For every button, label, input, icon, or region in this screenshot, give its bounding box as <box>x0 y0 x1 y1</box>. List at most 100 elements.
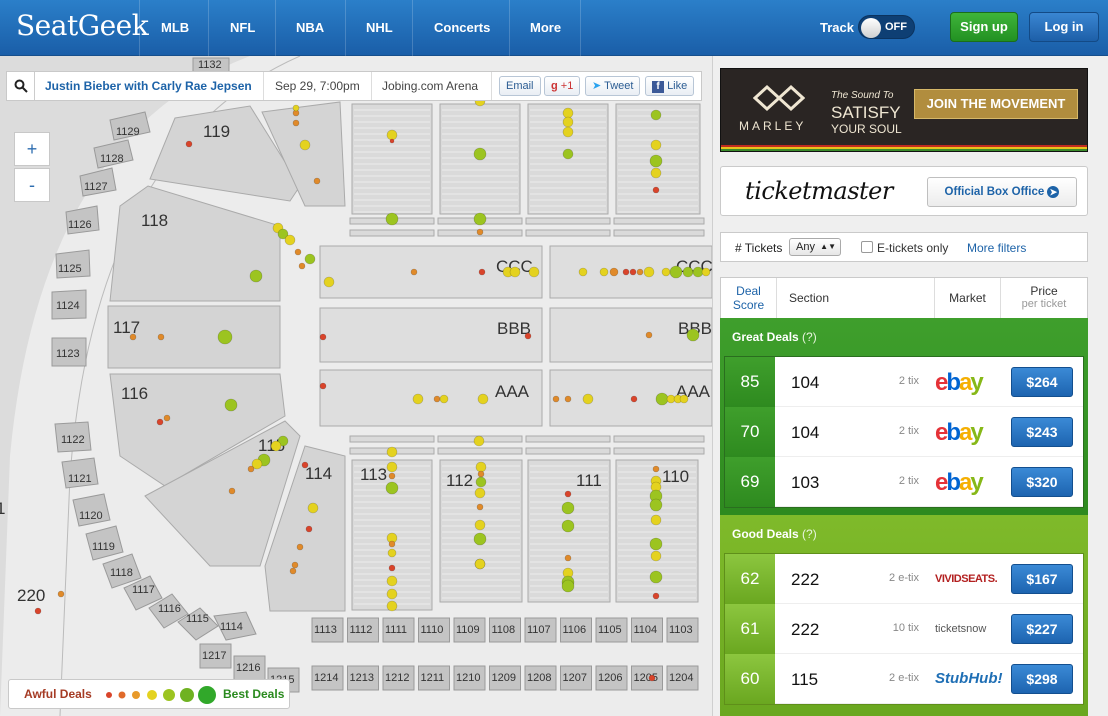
ticket-listing-dot[interactable] <box>473 435 485 447</box>
ticket-listing-dot[interactable] <box>389 138 395 144</box>
ticket-listing-dot[interactable] <box>307 502 319 514</box>
track-toggle[interactable]: OFF <box>858 15 915 39</box>
ticket-listing-dot[interactable] <box>528 266 540 278</box>
ticket-listing-dot[interactable] <box>289 567 297 575</box>
ticket-listing-dot[interactable] <box>296 543 304 551</box>
ticket-listing-dot[interactable] <box>661 267 671 277</box>
deal-row[interactable]: 70 104 2 tix ebayebay$243 <box>725 407 1083 457</box>
ticket-listing-dot[interactable] <box>385 212 399 226</box>
deal-row[interactable]: 62 222 2 e-tix VIVIDSEATS. $167 <box>725 554 1083 604</box>
ticket-listing-dot[interactable] <box>643 266 655 278</box>
ticket-listing-dot[interactable] <box>655 392 669 406</box>
ticket-listing-dot[interactable] <box>650 139 662 151</box>
ticket-listing-dot[interactable] <box>622 268 630 276</box>
ticket-listing-dot[interactable] <box>319 382 327 390</box>
ticket-listing-dot[interactable] <box>388 540 396 548</box>
ticket-listing-dot[interactable] <box>650 514 662 526</box>
like-button[interactable]: f Like <box>645 76 695 96</box>
ticket-listing-dot[interactable] <box>292 119 300 127</box>
nav-nfl[interactable]: NFL <box>230 20 255 35</box>
ticket-listing-dot[interactable] <box>386 461 398 473</box>
ticket-listing-dot[interactable] <box>433 395 441 403</box>
sort-deal-score[interactable]: Deal Score <box>721 278 777 318</box>
ticket-listing-dot[interactable] <box>478 268 486 276</box>
ticket-listing-dot[interactable] <box>561 519 575 533</box>
sort-section[interactable]: Section <box>777 278 935 318</box>
ticket-listing-dot[interactable] <box>386 129 398 141</box>
ticket-listing-dot[interactable] <box>636 268 644 276</box>
ticket-listing-dot[interactable] <box>562 148 574 160</box>
zoom-out-button[interactable]: - <box>14 168 50 202</box>
ticket-listing-dot[interactable] <box>652 186 660 194</box>
ticket-listing-dot[interactable] <box>669 265 683 279</box>
ticket-listing-dot[interactable] <box>157 333 165 341</box>
deal-row[interactable]: 60 115 2 e-tix StubHub! $298 <box>725 654 1083 704</box>
ticket-listing-dot[interactable] <box>645 331 653 339</box>
price-button[interactable]: $320 <box>1011 467 1073 497</box>
zoom-in-button[interactable]: + <box>14 132 50 166</box>
nav-mlb[interactable]: MLB <box>161 20 189 35</box>
ticket-listing-dot[interactable] <box>304 253 316 265</box>
login-button[interactable]: Log in <box>1029 12 1099 42</box>
ticket-listing-dot[interactable] <box>129 333 137 341</box>
ticket-listing-dot[interactable] <box>578 267 588 277</box>
ticket-listing-dot[interactable] <box>652 465 660 473</box>
ticket-listing-dot[interactable] <box>319 333 327 341</box>
arena-diagram[interactable]: 1132 1129 1128 1127 1126 1125 1124 1123 … <box>0 56 712 716</box>
section-upper-a[interactable] <box>351 103 433 215</box>
ticket-listing-dot[interactable] <box>629 268 637 276</box>
ad-cta-button[interactable]: JOIN THE MOVEMENT <box>914 89 1078 119</box>
ticket-listing-dot[interactable] <box>298 262 306 270</box>
ticket-listing-dot[interactable] <box>476 503 484 511</box>
ticket-listing-dot[interactable] <box>34 607 42 615</box>
ticket-listing-dot[interactable] <box>386 588 398 600</box>
etickets-checkbox[interactable] <box>861 241 873 253</box>
ticket-listing-dot[interactable] <box>476 228 484 236</box>
ticket-listing-dot[interactable] <box>385 481 399 495</box>
email-share-button[interactable]: Email <box>499 76 541 96</box>
event-title[interactable]: Justin Bieber with Carly Rae Jepsen <box>45 79 252 93</box>
ticket-listing-dot[interactable] <box>412 393 424 405</box>
ticket-listing-dot[interactable] <box>475 461 487 473</box>
marley-ad[interactable]: MARLEY The Sound To SATISFY YOUR SOUL JO… <box>720 68 1088 152</box>
ticket-listing-dot[interactable] <box>682 266 694 278</box>
deal-row[interactable]: 85 104 2 tix ebayebay$264 <box>725 357 1083 407</box>
ticket-listing-dot[interactable] <box>630 395 638 403</box>
ticket-listing-dot[interactable] <box>163 414 171 422</box>
ticket-listing-dot[interactable] <box>313 177 321 185</box>
ticket-listing-dot[interactable] <box>474 558 486 570</box>
ticket-listing-dot[interactable] <box>650 167 662 179</box>
ticket-listing-dot[interactable] <box>562 116 574 128</box>
ticket-listing-dot[interactable] <box>686 328 700 342</box>
ticket-listing-dot[interactable] <box>228 487 236 495</box>
price-button[interactable]: $227 <box>1011 614 1073 644</box>
more-filters-link[interactable]: More filters <box>967 241 1026 255</box>
gplus-button[interactable]: g +1 <box>544 76 581 96</box>
ticket-listing-dot[interactable] <box>649 537 663 551</box>
ticket-listing-dot[interactable] <box>474 487 486 499</box>
ticket-listing-dot[interactable] <box>692 266 704 278</box>
ticket-listing-dot[interactable] <box>477 393 489 405</box>
ticket-listing-dot[interactable] <box>387 548 397 558</box>
good-deals-help[interactable]: (?) <box>802 527 817 541</box>
ticket-listing-dot[interactable] <box>305 525 313 533</box>
ticket-listing-dot[interactable] <box>473 147 487 161</box>
great-deals-help[interactable]: (?) <box>802 330 817 344</box>
ticket-listing-dot[interactable] <box>477 470 485 478</box>
search-button[interactable] <box>7 72 35 100</box>
ticket-listing-dot[interactable] <box>552 395 560 403</box>
ticket-listing-dot[interactable] <box>564 395 572 403</box>
ticket-listing-dot[interactable] <box>582 393 594 405</box>
ticket-listing-dot[interactable] <box>564 490 572 498</box>
ticket-listing-dot[interactable] <box>301 461 309 469</box>
ticket-listing-dot[interactable] <box>249 269 263 283</box>
ticket-listing-dot[interactable] <box>524 332 532 340</box>
ticket-listing-dot[interactable] <box>386 575 398 587</box>
ticket-listing-dot[interactable] <box>294 248 302 256</box>
ticket-listing-dot[interactable] <box>650 550 662 562</box>
price-button[interactable]: $167 <box>1011 564 1073 594</box>
ticket-listing-dot[interactable] <box>649 570 663 584</box>
ticket-listing-dot[interactable] <box>270 440 282 452</box>
deal-row[interactable]: 61 222 10 tix ticketsnow $227 <box>725 604 1083 654</box>
price-button[interactable]: $243 <box>1011 417 1073 447</box>
